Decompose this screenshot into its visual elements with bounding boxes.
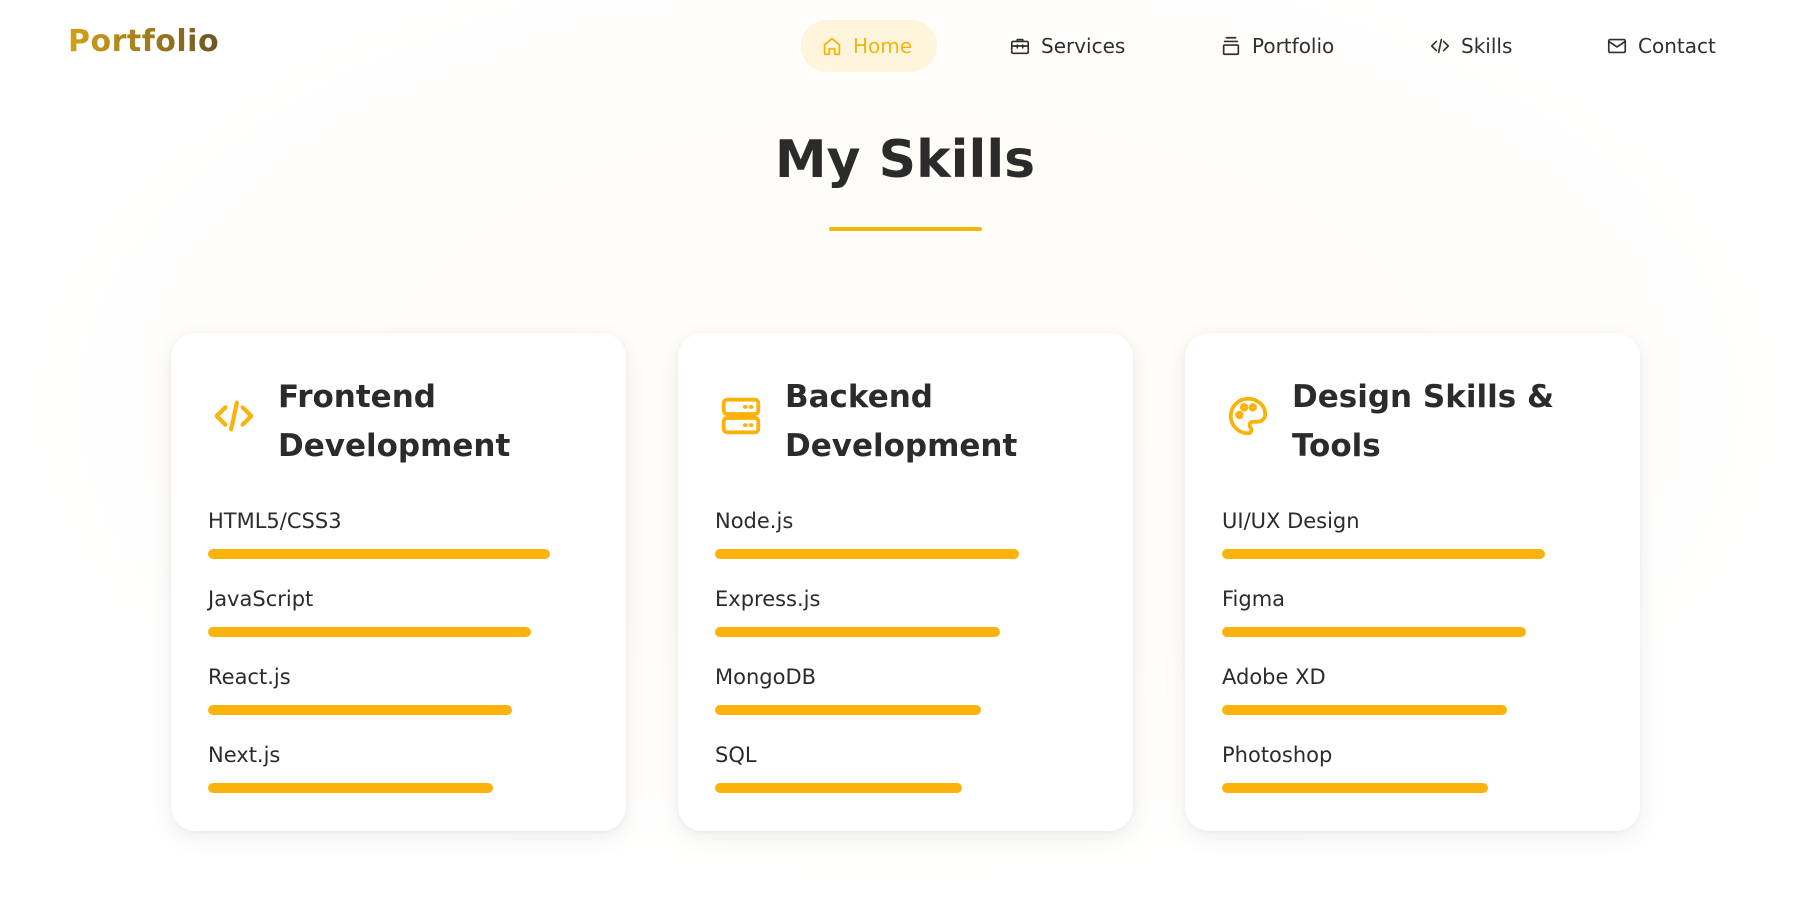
skill-bar-fill [208, 549, 550, 559]
nav-item-skills[interactable]: Skills [1429, 20, 1512, 72]
card-title: Backend Development [785, 379, 1018, 464]
site-header: Portfolio Home Services Portfolio Skills… [0, 0, 1819, 92]
card-title: Frontend Development [278, 379, 511, 464]
skill-item: Photoshop [1222, 743, 1602, 803]
skill-item: React.js [208, 665, 588, 725]
nav-item-services[interactable]: Services [1009, 20, 1125, 72]
nav-label-contact: Contact [1638, 34, 1716, 58]
skill-bar-fill [1222, 549, 1545, 559]
skill-bar-fill [208, 705, 512, 715]
code-icon [1430, 38, 1450, 54]
skill-bar [715, 549, 1095, 559]
skill-bar-fill [715, 705, 981, 715]
skill-bar-fill [208, 627, 531, 637]
skill-name: Next.js [208, 743, 281, 767]
nav-item-contact[interactable]: Contact [1606, 20, 1716, 72]
skill-bar [715, 627, 1095, 637]
skill-bar-fill [1222, 627, 1526, 637]
skill-bar [1222, 705, 1602, 715]
skill-bar [715, 783, 1095, 793]
skill-name: UI/UX Design [1222, 509, 1360, 533]
skill-bar [1222, 627, 1602, 637]
palette-icon [1223, 391, 1273, 441]
nav-label-services: Services [1041, 34, 1126, 58]
skill-item: SQL [715, 743, 1095, 803]
skill-bar [1222, 783, 1602, 793]
nav-item-portfolio[interactable]: Portfolio [1220, 20, 1334, 72]
skill-item: Next.js [208, 743, 588, 803]
skill-name: SQL [715, 743, 757, 767]
nav-label-portfolio: Portfolio [1252, 34, 1335, 58]
home-icon [823, 37, 841, 56]
skill-bar-fill [1222, 783, 1488, 793]
skill-name: JavaScript [208, 587, 314, 611]
skill-card-frontend: Frontend Development HTML5/CSS3 JavaScri… [171, 333, 626, 831]
skill-item: UI/UX Design [1222, 509, 1602, 569]
skill-bar [715, 705, 1095, 715]
skill-card-backend: Backend Development Node.js Express.js M… [678, 333, 1133, 831]
skill-name: Node.js [715, 509, 794, 533]
card-title: Design Skills & Tools [1292, 379, 1554, 464]
skill-item: Figma [1222, 587, 1602, 647]
nav-item-home[interactable]: Home [801, 20, 937, 72]
skill-item: Express.js [715, 587, 1095, 647]
skill-name: MongoDB [715, 665, 817, 689]
skill-item: Adobe XD [1222, 665, 1602, 725]
skill-name: HTML5/CSS3 [208, 509, 342, 533]
skill-bar-fill [208, 783, 493, 793]
title-underline [829, 227, 982, 231]
nav-label-home: Home [853, 34, 913, 58]
skill-item: JavaScript [208, 587, 588, 647]
section-title: My Skills [774, 130, 1036, 190]
code-icon [209, 391, 259, 441]
briefcase-icon [1010, 38, 1030, 55]
skill-name: Photoshop [1222, 743, 1333, 767]
skill-name: Express.js [715, 587, 821, 611]
skill-bar [1222, 549, 1602, 559]
layers-icon [1222, 36, 1240, 56]
skill-bar-fill [1222, 705, 1507, 715]
skill-name: React.js [208, 665, 291, 689]
server-icon [716, 391, 766, 441]
skill-item: MongoDB [715, 665, 1095, 725]
skill-item: HTML5/CSS3 [208, 509, 588, 569]
skill-bar-fill [715, 549, 1019, 559]
skill-bar [208, 705, 588, 715]
skill-bar [208, 627, 588, 637]
skill-name: Adobe XD [1222, 665, 1326, 689]
nav-label-skills: Skills [1461, 34, 1513, 58]
mail-icon [1607, 38, 1627, 54]
skill-bar [208, 549, 588, 559]
skill-name: Figma [1222, 587, 1286, 611]
skill-bar-fill [715, 783, 962, 793]
skill-bar-fill [715, 627, 1000, 637]
main-nav: Home Services Portfolio Skills Contact [0, 20, 1819, 72]
skill-card-design: Design Skills & Tools UI/UX Design Figma… [1185, 333, 1640, 831]
skill-bar [208, 783, 588, 793]
skill-item: Node.js [715, 509, 1095, 569]
